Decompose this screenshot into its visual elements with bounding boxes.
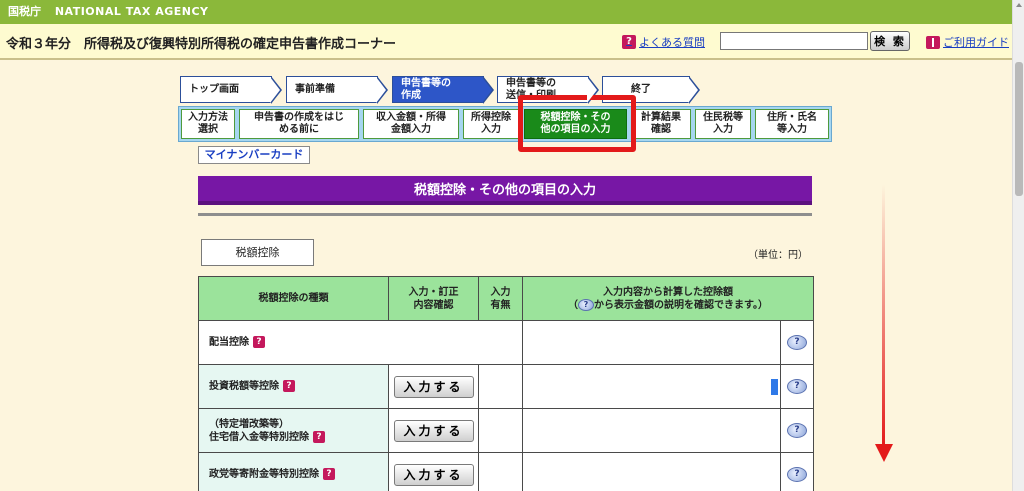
row-exists [478, 452, 523, 491]
arrow-down-icon [875, 444, 893, 462]
row-amount [522, 364, 781, 409]
step-label: 終了 [631, 83, 651, 95]
header-exists: 入力 有無 [478, 276, 523, 321]
substep-income-input[interactable]: 収入金額・所得 金額入力 [363, 109, 459, 139]
scroll-up-arrow-icon[interactable] [1016, 3, 1022, 7]
substep-before-start[interactable]: 申告書の作成をはじ める前に [239, 109, 359, 139]
row-amount [522, 320, 781, 365]
scroll-thumb[interactable] [1015, 62, 1023, 196]
help-icon[interactable]: ? [283, 380, 295, 392]
substep-tax-credit-input[interactable]: 税額控除・その 他の項目の入力 [524, 109, 627, 139]
row-help: ? [780, 408, 814, 453]
section-divider [198, 213, 812, 216]
row-amount [522, 452, 781, 491]
substep-address-name[interactable]: 住所・氏名 等入力 [755, 109, 829, 139]
question-icon: ? [622, 35, 636, 49]
agency-name-jp: 国税庁 [8, 5, 41, 18]
step-label: 事前準備 [295, 83, 335, 95]
unit-label: （単位：円） [748, 250, 808, 261]
header-confirm: 入力・訂正 内容確認 [388, 276, 479, 321]
row-help: ? [780, 320, 814, 365]
page-title: 令和３年分 所得税及び復興特別所得税の確定申告書作成コーナー [6, 37, 397, 52]
table-row: 配当控除? ? [198, 320, 814, 365]
row-kind: 政党等寄附金等特別控除? [198, 452, 389, 491]
substep-resident-tax[interactable]: 住民税等 入力 [695, 109, 751, 139]
help-bubble-icon[interactable]: ? [787, 467, 807, 482]
table-header-row: 税額控除の種類 入力・訂正 内容確認 入力 有無 入力内容から計算した控除額 （? か… [198, 276, 814, 321]
substep-deductions-input[interactable]: 所得控除 入力 [463, 109, 519, 139]
help-bubble-icon: ? [578, 298, 594, 311]
row-input: 入力する [388, 452, 479, 491]
title-bar: 令和３年分 所得税及び復興特別所得税の確定申告書作成コーナー ? よくある質問 … [0, 24, 1012, 60]
step-finish[interactable]: 終了 [602, 76, 700, 104]
search-input[interactable] [720, 32, 868, 50]
tax-credit-table: 税額控除の種類 入力・訂正 内容確認 入力 有無 入力内容から計算した控除額 （? か… [198, 276, 814, 491]
row-input: 入力する [388, 408, 479, 453]
mynumber-card-button[interactable]: マイナンバーカード [198, 146, 310, 164]
row-kind: 配当控除? [198, 320, 523, 365]
row-input: 入力する [388, 364, 479, 409]
help-bubble-icon[interactable]: ? [787, 379, 807, 394]
row-exists [478, 408, 523, 453]
header-amount: 入力内容から計算した控除額 （? から表示金額の説明を確認できます。） [522, 276, 814, 321]
table-row: 投資税額等控除? 入力する ? [198, 364, 814, 409]
help-bubble-icon[interactable]: ? [787, 335, 807, 350]
table-row: 政党等寄附金等特別控除? 入力する ? [198, 452, 814, 491]
section-title: 税額控除・その他の項目の入力 [198, 176, 812, 205]
step-preparation[interactable]: 事前準備 [286, 76, 388, 104]
input-button[interactable]: 入力する [393, 419, 474, 442]
help-icon[interactable]: ? [323, 468, 335, 480]
header-kind: 税額控除の種類 [198, 276, 389, 321]
faq-link[interactable]: ? よくある質問 [622, 34, 705, 50]
step-label: トップ画面 [189, 83, 239, 95]
input-button[interactable]: 入力する [393, 463, 474, 486]
book-icon [926, 35, 940, 49]
row-kind: 投資税額等控除? [198, 364, 389, 409]
user-guide-link[interactable]: ご利用ガイド [926, 34, 1009, 50]
row-exists [478, 364, 523, 409]
step-label: 申告書等の 送信・印刷 [506, 77, 556, 101]
step-label: 申告書等の 作成 [401, 77, 451, 101]
step-top-page[interactable]: トップ画面 [180, 76, 282, 104]
faq-label: よくある質問 [639, 36, 705, 49]
input-button[interactable]: 入力する [393, 375, 474, 398]
agency-name-en: NATIONAL TAX AGENCY [54, 5, 209, 18]
step-send-print[interactable]: 申告書等の 送信・印刷 [497, 76, 599, 104]
row-kind: （特定増改築等） 住宅借入金等特別控除? [198, 408, 389, 453]
row-amount [522, 408, 781, 453]
scroll-hint-arrow [882, 184, 885, 448]
agency-bar: 国税庁 NATIONAL TAX AGENCY [0, 0, 1012, 24]
text-cursor [771, 378, 778, 395]
row-help: ? [780, 452, 814, 491]
search-button[interactable]: 検 索 [870, 31, 910, 51]
row-help: ? [780, 364, 814, 409]
help-icon[interactable]: ? [253, 336, 265, 348]
table-row: （特定増改築等） 住宅借入金等特別控除? 入力する ? [198, 408, 814, 453]
vertical-scrollbar[interactable] [1012, 0, 1024, 491]
step-create-return[interactable]: 申告書等の 作成 [392, 76, 494, 104]
guide-label: ご利用ガイド [943, 36, 1009, 49]
help-icon[interactable]: ? [313, 430, 325, 443]
tab-tax-credit: 税額控除 [201, 239, 314, 266]
substep-calc-result[interactable]: 計算結果 確認 [631, 109, 691, 139]
help-bubble-icon[interactable]: ? [787, 423, 807, 438]
substep-input-method[interactable]: 入力方法 選択 [181, 109, 235, 139]
